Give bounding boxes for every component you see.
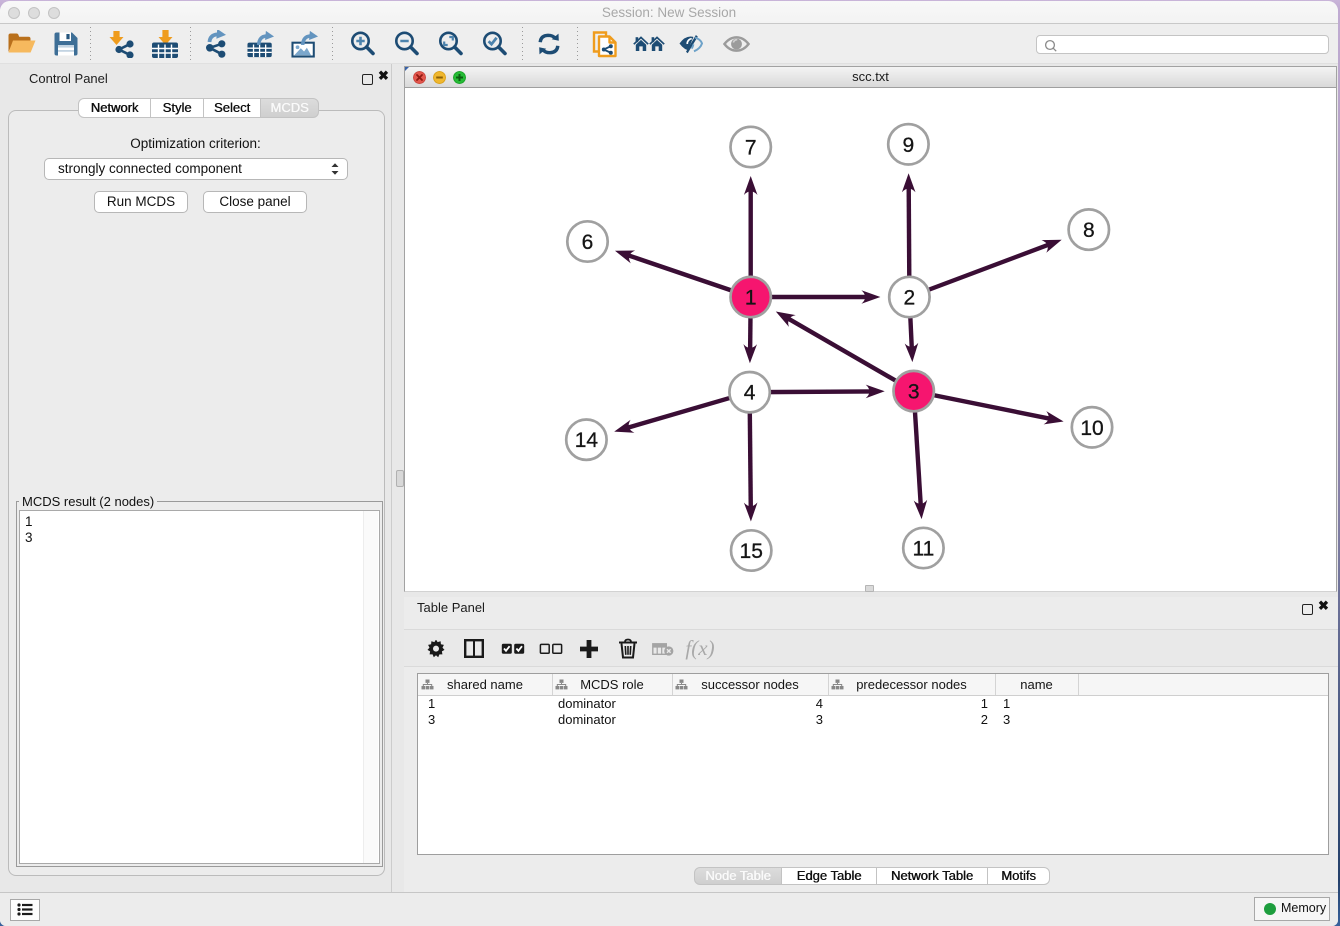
svg-text:11: 11 xyxy=(912,538,934,561)
svg-text:6: 6 xyxy=(582,231,594,254)
svg-text:3: 3 xyxy=(908,381,920,404)
svg-text:9: 9 xyxy=(903,134,915,157)
svg-text:10: 10 xyxy=(1080,417,1103,440)
svg-text:8: 8 xyxy=(1083,219,1095,242)
svg-text:7: 7 xyxy=(745,137,757,160)
svg-text:1: 1 xyxy=(745,287,757,310)
svg-text:15: 15 xyxy=(740,540,763,563)
svg-text:4: 4 xyxy=(744,382,756,405)
svg-text:14: 14 xyxy=(575,429,599,452)
svg-text:2: 2 xyxy=(904,287,916,310)
